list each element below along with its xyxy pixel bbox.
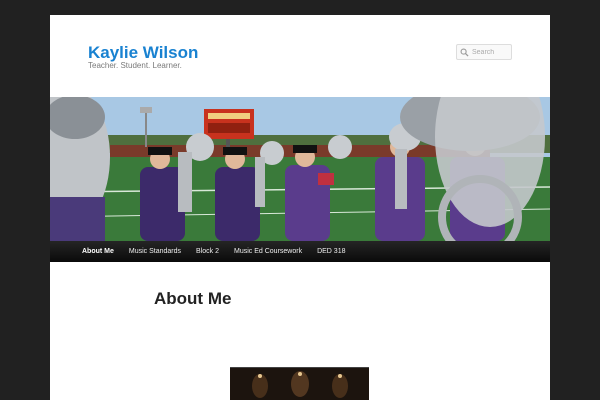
nav-item-music-standards[interactable]: Music Standards <box>129 248 181 255</box>
search-box[interactable] <box>456 44 512 60</box>
embedded-video-thumbnail[interactable] <box>230 367 369 400</box>
site-description: Teacher. Student. Learner. <box>88 61 182 70</box>
main-navigation: About Me Music Standards Block 2 Music E… <box>50 241 550 262</box>
page-title: About Me <box>154 289 232 308</box>
page-container: Kaylie Wilson Teacher. Student. Learner. <box>50 15 550 400</box>
nav-item-about-me[interactable]: About Me <box>82 248 114 255</box>
stage-lights-image <box>230 368 369 400</box>
header-banner-image <box>50 97 550 241</box>
search-input[interactable] <box>472 48 512 56</box>
nav-item-block-2[interactable]: Block 2 <box>196 248 219 255</box>
search-icon <box>460 48 469 57</box>
nav-item-music-ed-coursework[interactable]: Music Ed Coursework <box>234 248 302 255</box>
main-content: About Me <box>50 262 550 400</box>
marching-band-photo <box>50 97 550 241</box>
nav-item-ded-318[interactable]: DED 318 <box>317 248 345 255</box>
site-header: Kaylie Wilson Teacher. Student. Learner. <box>50 15 550 97</box>
site-title[interactable]: Kaylie Wilson <box>88 43 198 63</box>
